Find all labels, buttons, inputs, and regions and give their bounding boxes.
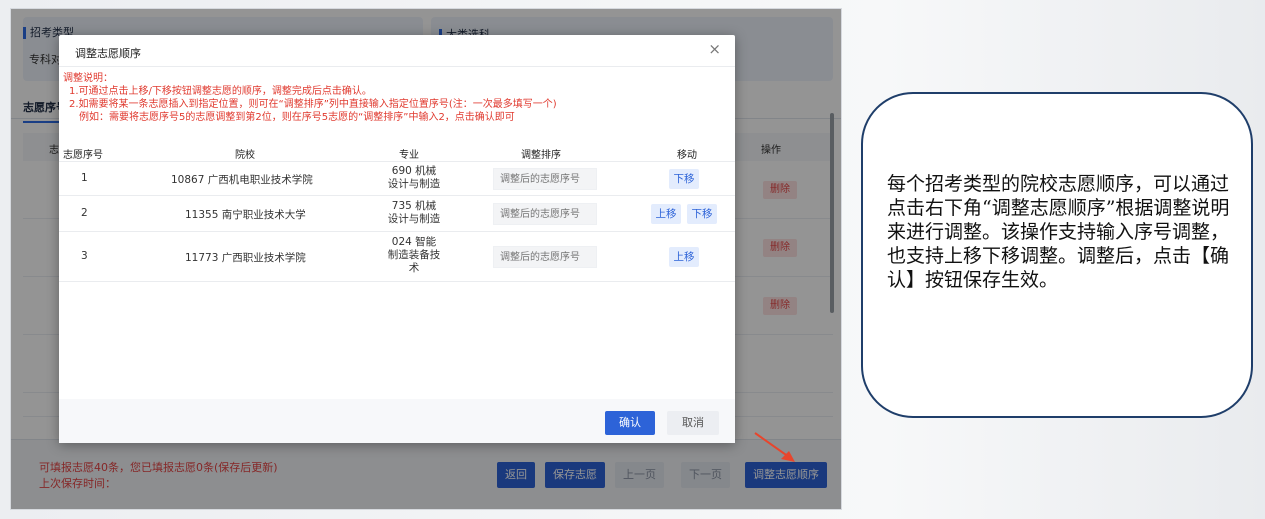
instruction-line: 例如：需要将志愿序号5的志愿调整到第2位，则在序号5志愿的“调整排序”中输入2，…: [79, 112, 515, 123]
row-school: 11355 南宁职业技术大学: [185, 209, 306, 221]
row-major: 024 智能 制造装备技 术: [379, 236, 449, 275]
confirm-button[interactable]: 确认: [605, 411, 655, 435]
row-school: 11773 广西职业技术学院: [185, 252, 306, 264]
explanation-callout: 每个招考类型的院校志愿顺序，可以通过点击右下角“调整志愿顺序”根据调整说明来进行…: [861, 92, 1253, 418]
cancel-button[interactable]: 取消: [667, 411, 719, 435]
order-table: 志愿序号 院校 专业 调整排序 移动 1 10867 广西机电职业技术学院 69…: [59, 142, 735, 282]
dialog-header: 调整志愿顺序 ×: [59, 35, 735, 67]
adjust-order-dialog: 调整志愿顺序 × 调整说明： 1.可通过点击上移/下移按钮调整志愿的顺序，调整完…: [59, 35, 735, 443]
close-icon[interactable]: ×: [708, 42, 721, 57]
major-line: 术: [408, 262, 420, 274]
instruction-line: 1.可通过点击上移/下移按钮调整志愿的顺序，调整完成后点击确认。: [69, 86, 372, 97]
move-down-button[interactable]: 下移: [669, 169, 699, 189]
dialog-title: 调整志愿顺序: [75, 47, 141, 60]
col-school: 院校: [235, 150, 255, 161]
row-major: 690 机械 设计与制造: [379, 165, 449, 191]
move-up-button[interactable]: 上移: [669, 247, 699, 267]
table-row: 3 11773 广西职业技术学院 024 智能 制造装备技 术 上移: [59, 232, 735, 282]
table-row: 1 10867 广西机电职业技术学院 690 机械 设计与制造 下移: [59, 162, 735, 196]
col-move: 移动: [677, 150, 697, 161]
major-line: 024 智能: [391, 236, 437, 248]
dialog-footer: 确认 取消: [59, 399, 735, 443]
order-input[interactable]: [493, 203, 597, 225]
row-seq: 1: [81, 172, 88, 184]
col-seq: 志愿序号: [63, 150, 103, 161]
col-major: 专业: [399, 150, 419, 161]
order-input[interactable]: [493, 246, 597, 268]
order-input[interactable]: [493, 168, 597, 190]
row-school: 10867 广西机电职业技术学院: [171, 174, 313, 186]
row-seq: 2: [81, 207, 88, 219]
table-row: 2 11355 南宁职业技术大学 735 机械 设计与制造 上移 下移: [59, 196, 735, 232]
major-line: 690 机械: [391, 165, 437, 177]
major-line: 735 机械: [391, 200, 437, 212]
order-table-header: 志愿序号 院校 专业 调整排序 移动: [59, 142, 735, 162]
major-line: 设计与制造: [387, 213, 441, 225]
major-line: 制造装备技: [387, 249, 441, 261]
move-down-button[interactable]: 下移: [687, 204, 717, 224]
app-screenshot: 招考类型 专科对 大类选科 志愿序号 志愿 操作 1 删除 2 删除 3 删除 …: [10, 8, 842, 510]
major-line: 设计与制造: [387, 178, 441, 190]
move-up-button[interactable]: 上移: [651, 204, 681, 224]
row-seq: 3: [81, 250, 88, 262]
instruction-line: 2.如需要将某一条志愿插入到指定位置，则可在“调整排序”列中直接输入指定位置序号…: [69, 99, 557, 110]
instruction-line: 调整说明：: [63, 73, 113, 84]
explanation-text: 每个招考类型的院校志愿顺序，可以通过点击右下角“调整志愿顺序”根据调整说明来进行…: [887, 173, 1230, 291]
col-adjust: 调整排序: [521, 150, 561, 161]
pointer-arrow-icon: [754, 432, 795, 462]
row-major: 735 机械 设计与制造: [379, 200, 449, 226]
adjust-instructions: 调整说明： 1.可通过点击上移/下移按钮调整志愿的顺序，调整完成后点击确认。 2…: [63, 72, 557, 124]
